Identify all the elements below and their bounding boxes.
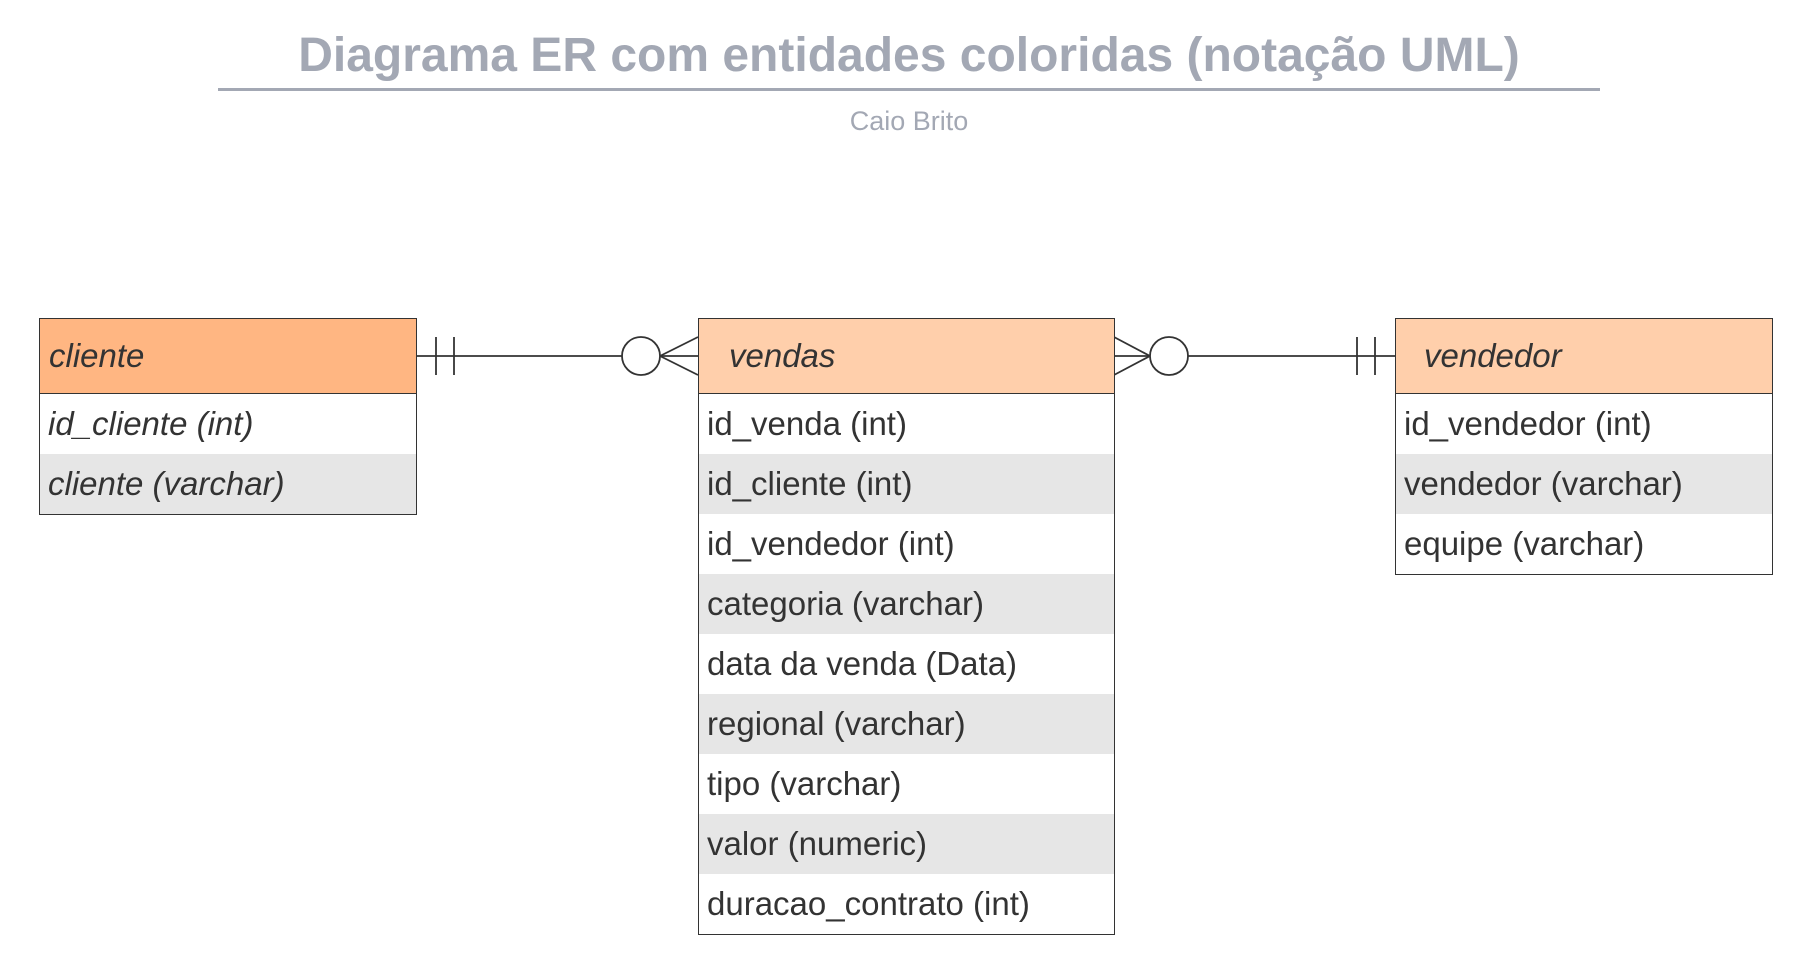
crowfoot-marker [1113,336,1151,357]
attribute-row: data da venda (Data) [707,645,1018,682]
relationship-cliente-vendas [416,336,699,376]
relationship-vendedor-vendas [1113,336,1395,376]
attribute-row: vendedor (varchar) [1396,454,1772,514]
crowfoot-marker [659,336,699,357]
entity-vendas[interactable]: vendas id_venda (int) id_cliente (int) i… [698,318,1115,935]
crowfoot-marker [1113,355,1151,376]
zero-circle-marker [621,336,661,376]
attribute-row: duracao_contrato (int) [707,885,1030,922]
entity-name: cliente [49,337,145,374]
crowfoot-marker [659,355,699,376]
entity-name: vendas [729,337,836,374]
zero-circle-marker [1149,336,1189,376]
attribute-row: id_vendedor (int) [707,525,955,562]
entity-vendedor[interactable]: vendedor id_vendedor (int) vendedor (var… [1395,318,1773,575]
attribute-row: id_vendedor (int) [1404,405,1652,442]
attribute-row: id_venda (int) [707,405,907,442]
attribute-row: id_cliente (int) [48,405,254,442]
entity-name: vendedor [1424,337,1562,374]
entity-header: vendas [699,319,1114,394]
entity-header: vendedor [1396,319,1772,394]
entity-header: cliente [40,319,416,394]
attribute-row: tipo (varchar) [707,765,902,802]
attribute-row: valor (numeric) [699,814,1114,874]
entity-cliente[interactable]: cliente id_cliente (int) cliente (varcha… [39,318,417,515]
attribute-row: id_cliente (int) [699,454,1114,514]
attribute-row: equipe (varchar) [1404,525,1645,562]
attribute-row: categoria (varchar) [699,574,1114,634]
attribute-row: cliente (varchar) [40,454,416,514]
attribute-row: regional (varchar) [699,694,1114,754]
